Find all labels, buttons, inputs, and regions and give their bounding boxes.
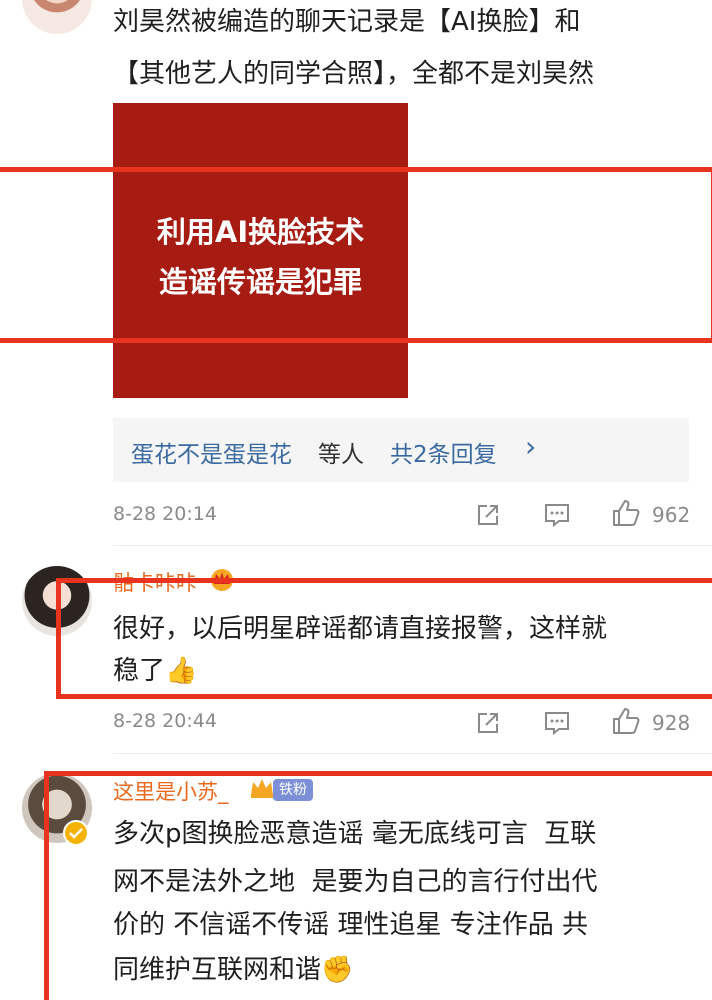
reply-suffix: 等人 (318, 442, 364, 468)
divider (113, 753, 712, 754)
share-icon[interactable] (474, 709, 502, 737)
reply-count-link[interactable]: 共2条回复 (390, 435, 497, 469)
thumbs-up-icon[interactable] (611, 498, 641, 528)
reply-user-link[interactable]: 蛋花不是蛋是花 (131, 435, 292, 469)
highlight-frame (56, 578, 712, 699)
like-count: 928 (652, 711, 691, 735)
comment-icon[interactable] (543, 501, 571, 529)
comment-text-line: 刘昊然被编造的聊天记录是【AI换脸】和 (113, 7, 581, 37)
divider (113, 545, 712, 546)
comment-text-line: 【其他艺人的同学合照】，全都不是刘昊然 (113, 59, 595, 89)
thumbs-up-icon[interactable] (611, 706, 641, 736)
share-icon[interactable] (474, 501, 502, 529)
like-count: 962 (652, 503, 691, 527)
highlight-frame (44, 771, 712, 1000)
timestamp: 8-28 20:44 (113, 710, 217, 732)
avatar[interactable] (22, 0, 92, 34)
replies-box[interactable]: 蛋花不是蛋是花 等人 共2条回复 › (113, 418, 689, 482)
comment-icon[interactable] (543, 709, 571, 737)
highlight-frame (0, 167, 712, 343)
timestamp: 8-28 20:14 (113, 503, 217, 525)
chevron-right-icon: › (525, 430, 537, 463)
